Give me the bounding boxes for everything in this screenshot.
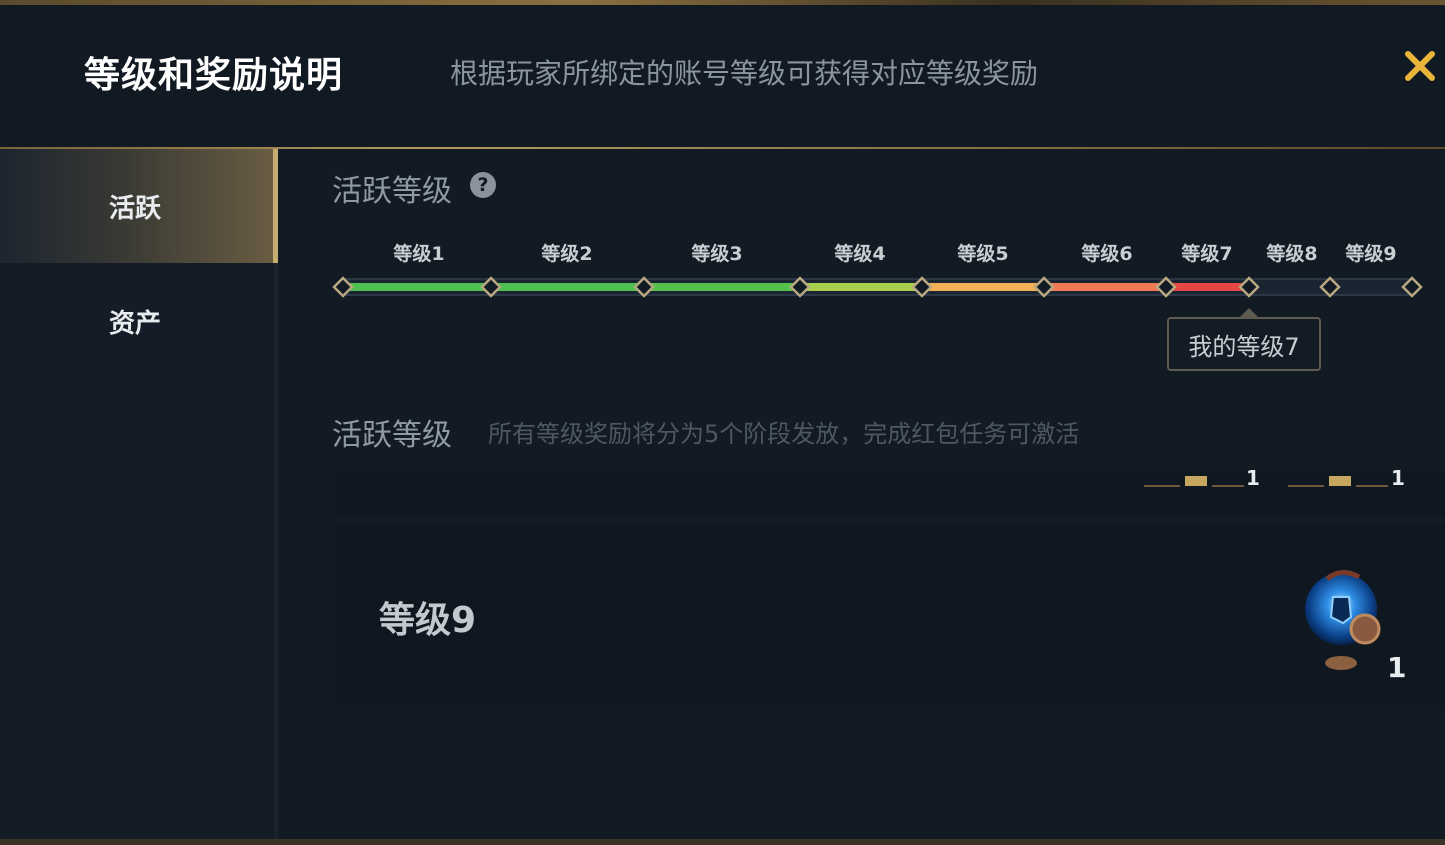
progress-segment-8	[1249, 283, 1330, 291]
reward-count: 1	[1387, 651, 1407, 684]
progress-segment-4	[800, 283, 922, 291]
reward-item-icon	[1288, 476, 1388, 487]
progress-segment-5	[922, 283, 1044, 291]
reward-row-partial	[337, 472, 1445, 516]
progress-segment-6	[1044, 283, 1166, 291]
progress-segment-3	[644, 283, 800, 291]
reward-count: 1	[1246, 466, 1260, 490]
reward-item-icon	[1144, 476, 1244, 487]
reward-count: 1	[1391, 466, 1405, 490]
progress-segment-2	[491, 283, 644, 291]
reward-row-level-9: 等级9 1	[337, 525, 1445, 705]
rewards-description: 所有等级奖励将分为5个阶段发放，完成红包任务可激活	[488, 420, 1080, 448]
my-level-tooltip: 我的等级7	[1167, 317, 1321, 371]
progress-segment-9	[1330, 283, 1412, 291]
rewards-title: 活跃等级	[332, 418, 452, 453]
tooltip-arrow	[1240, 308, 1258, 317]
bottom-border	[0, 839, 1445, 845]
reward-level-label: 等级9	[379, 600, 477, 641]
progress-segment-1	[343, 283, 491, 291]
helmet-orb-icon	[1305, 570, 1381, 670]
progress-segment-7	[1166, 283, 1249, 291]
